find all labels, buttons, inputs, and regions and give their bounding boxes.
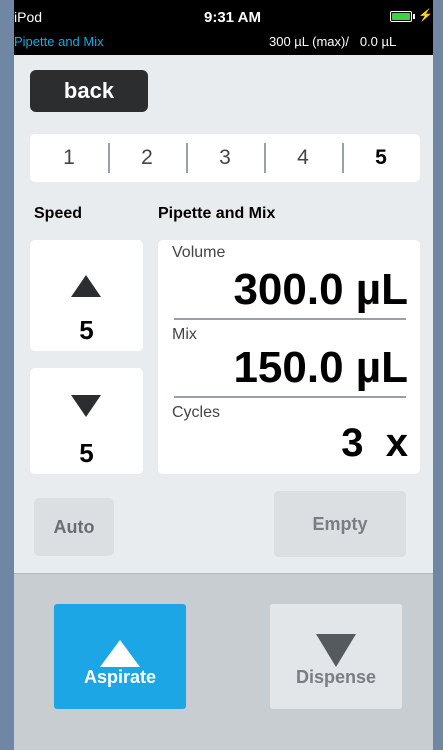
auto-button[interactable]: Auto: [34, 498, 114, 556]
charging-icon: ⚡: [418, 8, 433, 22]
mix-label: Mix: [172, 326, 197, 343]
step-1[interactable]: 1: [30, 134, 108, 182]
volume-info: 300 µL (max)/ 0.0 µL: [269, 34, 397, 49]
pipette-mix-panel: Volume 300.0 µL Mix 150.0 µL Cycles 3 x: [158, 240, 420, 474]
aspirate-button[interactable]: Aspirate: [54, 604, 186, 709]
aspirate-label: Aspirate: [83, 667, 157, 687]
clock: 9:31 AM: [204, 9, 261, 26]
step-5[interactable]: 5: [342, 134, 420, 182]
status-bar: iPod 9:31 AM ⚡ Pipette and Mix 300 µL (m…: [14, 0, 433, 55]
mix-field[interactable]: 150.0 µL: [233, 343, 408, 393]
device-screen: iPod 9:31 AM ⚡ Pipette and Mix 300 µL (m…: [14, 0, 433, 750]
step-selector: 1 2 3 4 5: [30, 134, 420, 182]
mode-label: Pipette and Mix: [14, 34, 104, 49]
aspirate-speed-value: 5: [79, 315, 94, 345]
dispense-speed-button[interactable]: 5: [30, 368, 143, 474]
down-arrow-icon: [71, 395, 101, 417]
up-arrow-icon: [71, 275, 101, 297]
step-3[interactable]: 3: [186, 134, 264, 182]
back-button[interactable]: back: [30, 70, 148, 112]
divider: [174, 318, 406, 320]
dispense-button[interactable]: Dispense: [270, 604, 402, 709]
pipette-mix-title: Pipette and Mix: [158, 205, 276, 222]
up-arrow-icon: [100, 640, 140, 667]
battery-icon: [390, 11, 415, 22]
speed-label: Speed: [34, 205, 83, 222]
dispense-speed-value: 5: [79, 438, 94, 468]
cycles-label: Cycles: [172, 404, 221, 421]
empty-button[interactable]: Empty: [274, 491, 406, 557]
volume-label: Volume: [172, 244, 226, 261]
volume-field[interactable]: 300.0 µL: [233, 265, 408, 315]
cycles-field[interactable]: 3 x: [341, 421, 408, 466]
divider: [174, 396, 406, 398]
dispense-label: Dispense: [295, 667, 377, 687]
down-arrow-icon: [316, 634, 356, 667]
carrier-label: iPod: [14, 9, 43, 25]
step-4[interactable]: 4: [264, 134, 342, 182]
aspirate-speed-button[interactable]: 5: [30, 240, 143, 351]
step-2[interactable]: 2: [108, 134, 186, 182]
action-bar: Aspirate Dispense: [14, 573, 433, 750]
